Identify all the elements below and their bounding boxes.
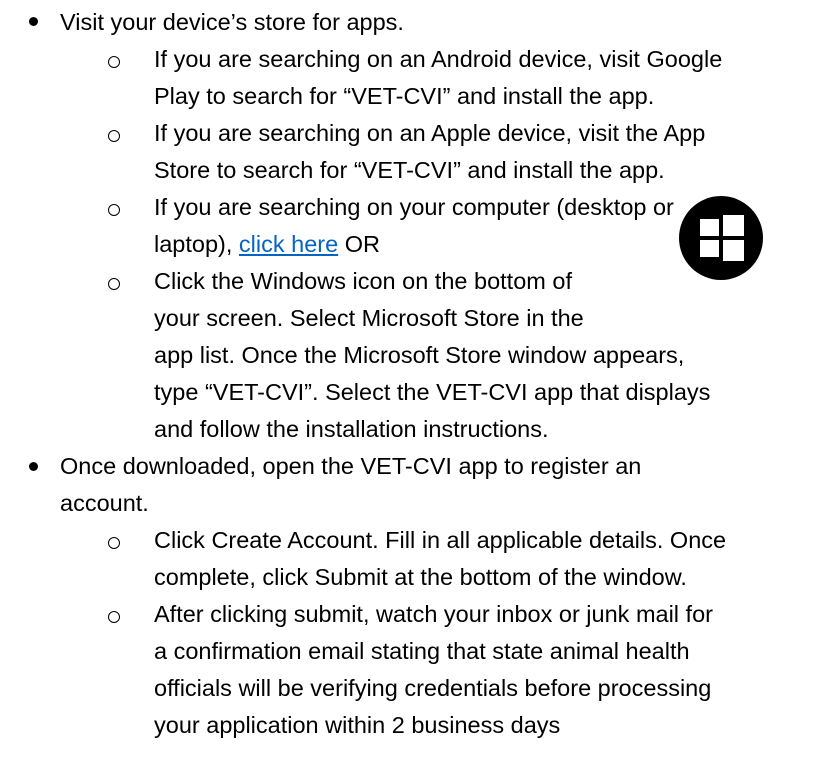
sub-item-text: type “VET-CVI”. Select the VET-CVI app t…	[154, 379, 711, 405]
windows-logo-icon	[679, 196, 763, 280]
sub-item-text: complete, click Submit at the bottom of …	[154, 564, 687, 590]
sub-item-text: your application within 2 business days	[154, 712, 561, 738]
sub-item-text: Store to search for “VET-CVI” and instal…	[154, 157, 665, 183]
sub-bullet-circle	[108, 130, 120, 142]
sub-bullet-circle	[108, 56, 120, 68]
sub-item-text: your screen. Select Microsoft Store in t…	[154, 305, 584, 331]
sub-item-text: If you are searching on your computer (d…	[154, 194, 674, 220]
sub-item-link-line: laptop), click here OR	[154, 231, 380, 257]
sub-item-text: and follow the installation instructions…	[154, 416, 549, 442]
list-item-text: Once downloaded, open the VET-CVI app to…	[60, 453, 642, 479]
click-here-link[interactable]: click here	[239, 231, 338, 257]
sub-bullet-circle	[108, 278, 120, 290]
sub-bullet-circle	[108, 204, 120, 216]
sub-item-text: Click the Windows icon on the bottom of	[154, 268, 572, 294]
sub-item-text: Click Create Account. Fill in all applic…	[154, 527, 727, 553]
sub-item-text: If you are searching on an Apple device,…	[154, 120, 706, 146]
sub-item-text: officials will be verifying credentials …	[154, 675, 712, 701]
bullet-dot	[29, 17, 38, 26]
sub-item-text: Play to search for “VET-CVI” and install…	[154, 83, 655, 109]
sub-bullet-circle	[108, 611, 120, 623]
bullet-dot	[29, 462, 38, 471]
list-item-text: account.	[60, 490, 149, 516]
link-prefix: laptop),	[154, 231, 239, 257]
link-suffix: OR	[338, 231, 380, 257]
list-item-text: Visit your device’s store for apps.	[60, 9, 404, 35]
sub-item-text: app list. Once the Microsoft Store windo…	[154, 342, 685, 368]
sub-item-text: a confirmation email stating that state …	[154, 638, 690, 664]
sub-item-text: If you are searching on an Android devic…	[154, 46, 723, 72]
sub-item-text: After clicking submit, watch your inbox …	[154, 601, 713, 627]
sub-bullet-circle	[108, 537, 120, 549]
